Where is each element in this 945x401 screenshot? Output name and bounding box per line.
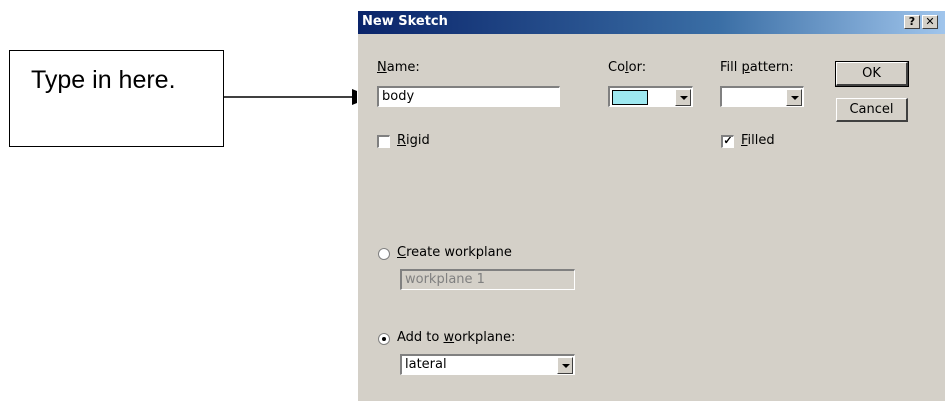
- new-sketch-dialog: New Sketch ? ✕ Name: body Color: Fill pa…: [357, 10, 945, 401]
- color-label: Color:: [608, 60, 647, 75]
- fill-pattern-dropdown[interactable]: [720, 86, 804, 107]
- rigid-checkbox[interactable]: [377, 135, 390, 148]
- fill-pattern-label: Fill pattern:: [720, 60, 794, 75]
- create-workplane-input: workplane 1: [400, 269, 575, 290]
- filled-label: Filled: [741, 133, 775, 148]
- name-label: Name:: [377, 60, 420, 75]
- ok-button[interactable]: OK: [835, 61, 909, 87]
- add-to-workplane-radio[interactable]: [378, 333, 390, 345]
- chevron-down-icon[interactable]: [675, 89, 691, 106]
- cancel-button[interactable]: Cancel: [836, 98, 908, 122]
- workplane-value: lateral: [405, 357, 447, 372]
- close-button[interactable]: ✕: [922, 15, 938, 29]
- create-workplane-radio[interactable]: [378, 248, 390, 260]
- color-swatch: [612, 90, 648, 105]
- help-button[interactable]: ?: [904, 15, 920, 29]
- workplane-dropdown[interactable]: lateral: [400, 354, 575, 375]
- name-input[interactable]: body: [377, 86, 560, 107]
- title-bar: New Sketch ? ✕: [358, 11, 945, 34]
- rigid-label: Rigid: [397, 133, 430, 148]
- add-to-workplane-label: Add to workplane:: [397, 330, 516, 345]
- dialog-title: New Sketch: [362, 14, 448, 29]
- create-workplane-label: Create workplane: [397, 245, 512, 260]
- filled-checkbox[interactable]: ✓: [721, 135, 734, 148]
- chevron-down-icon[interactable]: [557, 357, 573, 374]
- color-dropdown[interactable]: [608, 86, 693, 107]
- chevron-down-icon[interactable]: [786, 89, 802, 106]
